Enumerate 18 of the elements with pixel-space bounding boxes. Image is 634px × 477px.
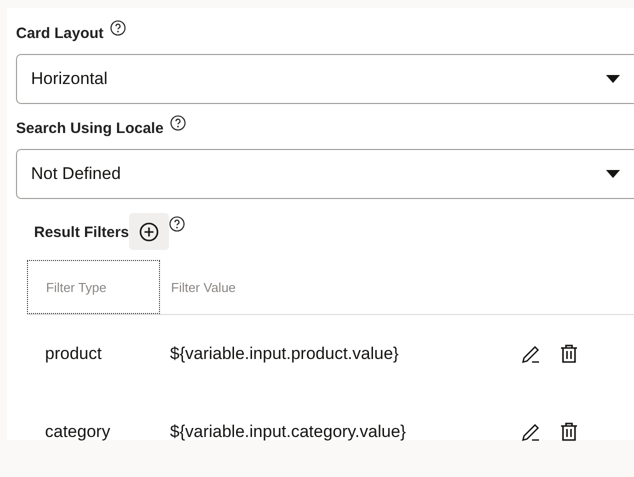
caret-icon — [606, 75, 620, 83]
caret-icon — [606, 170, 620, 178]
plus-circle-icon — [139, 222, 160, 242]
help-icon[interactable] — [110, 20, 126, 36]
table-cell-text: ${variable.input.product.value} — [169, 344, 400, 364]
help-icon[interactable] — [170, 115, 186, 131]
field-label: Search Using Locale — [16, 120, 164, 137]
table-cell-text: ${variable.input.category.value} — [169, 422, 407, 442]
add-button[interactable] — [129, 213, 170, 250]
column-header[interactable]: Filter Type — [27, 260, 160, 314]
select-dropdown[interactable]: Horizontal — [16, 54, 634, 104]
select-dropdown[interactable]: Not Defined — [16, 149, 634, 199]
table-cell-text: category — [44, 422, 112, 442]
section-label: Result Filters — [34, 224, 130, 241]
field-label: Card Layout — [16, 25, 104, 42]
table-cell-text: product — [44, 344, 103, 364]
column-header[interactable]: Filter Value — [160, 260, 634, 314]
help-icon[interactable] — [169, 216, 186, 232]
